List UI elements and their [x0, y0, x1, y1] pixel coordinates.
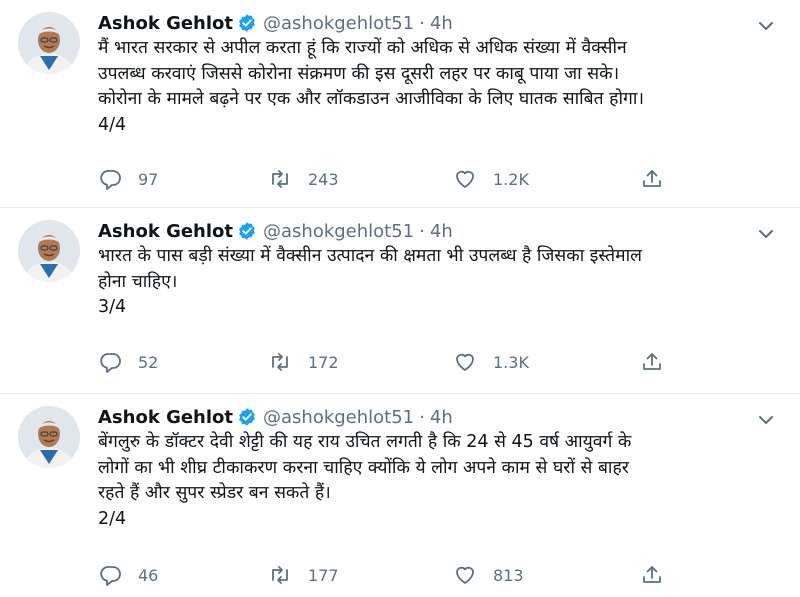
thread-counter: 4/4	[98, 114, 127, 135]
avatar[interactable]	[18, 12, 80, 74]
share-icon	[643, 353, 661, 370]
like-count: 1.2K	[493, 169, 529, 189]
tweet-actions: 52 172 1.3K	[98, 349, 678, 375]
like-button[interactable]: 813	[453, 563, 524, 587]
like-count: 1.3K	[493, 352, 529, 372]
heart-icon	[456, 170, 474, 188]
avatar[interactable]	[18, 406, 80, 468]
author-name[interactable]: Ashok Gehlot	[98, 221, 233, 242]
author-name[interactable]: Ashok Gehlot	[98, 407, 233, 428]
retweet-icon	[272, 170, 288, 188]
tweet-header: Ashok Gehlot @ashokgehlot51 · 4h	[98, 218, 453, 244]
author-name[interactable]: Ashok Gehlot	[98, 13, 233, 34]
tweet-text-line: रहते हैं और सुपर स्प्रेडर बन सकते हैं।	[98, 483, 331, 503]
share-icon	[643, 566, 661, 583]
share-icon	[643, 170, 661, 187]
retweet-count: 172	[308, 352, 339, 372]
retweet-count: 243	[308, 169, 339, 189]
separator-dot: ·	[419, 220, 425, 242]
author-handle[interactable]: @ashokgehlot51	[263, 407, 414, 428]
tweet-actions: 97 243 1.2K	[98, 166, 678, 192]
tweet-text: भारत के पास बड़ी संख्या में वैक्सीन उत्प…	[98, 244, 768, 321]
tweet[interactable]: Ashok Gehlot @ashokgehlot51 · 4h मैं भार…	[0, 0, 800, 208]
reply-count: 97	[138, 169, 159, 189]
tweet-text-line: उपलब्ध करवाएं जिससे कोरोना संक्रमण की इस…	[98, 63, 620, 84]
tweet[interactable]: Ashok Gehlot @ashokgehlot51 · 4h बेंगलुर…	[0, 394, 800, 597]
tweet-text-line: भारत के पास बड़ी संख्या में वैक्सीन उत्प…	[98, 246, 643, 266]
chevron-down-icon[interactable]	[754, 222, 778, 246]
tweet-text: बेंगलुरु के डॉक्टर देवी शेट्टी की यह राय…	[98, 430, 768, 532]
retweet-button[interactable]: 172	[268, 350, 339, 374]
reply-button[interactable]: 46	[98, 563, 158, 587]
timestamp[interactable]: 4h	[430, 13, 453, 34]
tweet-text-line: कोरोना के मामले बढ़ने पर एक और लॉकडाउन आ…	[98, 89, 645, 109]
thread-counter: 3/4	[98, 297, 127, 317]
heart-icon	[456, 566, 474, 584]
like-button[interactable]: 1.3K	[453, 350, 529, 374]
thread-counter: 2/4	[98, 508, 127, 529]
avatar[interactable]	[18, 220, 80, 282]
like-count: 813	[493, 565, 524, 585]
reply-icon	[100, 353, 121, 373]
retweet-count: 177	[308, 565, 339, 585]
retweet-icon	[272, 566, 288, 584]
tweet-text-line: होना चाहिए।	[98, 271, 178, 292]
retweet-button[interactable]: 177	[268, 563, 339, 587]
share-button[interactable]	[640, 563, 664, 587]
reply-icon	[100, 170, 121, 190]
tweet-text: मैं भारत सरकार से अपील करता हूं कि राज्य…	[98, 36, 768, 138]
reply-button[interactable]: 52	[98, 350, 158, 374]
chevron-down-icon[interactable]	[754, 14, 778, 38]
share-button[interactable]	[640, 350, 664, 374]
separator-dot: ·	[419, 406, 425, 428]
verified-badge-icon	[237, 13, 257, 33]
author-handle[interactable]: @ashokgehlot51	[263, 221, 414, 242]
tweet[interactable]: Ashok Gehlot @ashokgehlot51 · 4h भारत के…	[0, 208, 800, 394]
timeline: Ashok Gehlot @ashokgehlot51 · 4h मैं भार…	[0, 0, 800, 597]
reply-count: 52	[138, 352, 159, 372]
retweet-button[interactable]: 243	[268, 167, 339, 191]
reply-count: 46	[138, 565, 159, 585]
separator-dot: ·	[419, 12, 425, 34]
timestamp[interactable]: 4h	[430, 221, 453, 242]
share-button[interactable]	[640, 167, 664, 191]
tweet-text-line: मैं भारत सरकार से अपील करता हूं कि राज्य…	[98, 38, 627, 58]
tweet-header: Ashok Gehlot @ashokgehlot51 · 4h	[98, 10, 453, 36]
reply-icon	[100, 566, 121, 586]
retweet-icon	[272, 353, 288, 371]
tweet-header: Ashok Gehlot @ashokgehlot51 · 4h	[98, 404, 453, 430]
author-handle[interactable]: @ashokgehlot51	[263, 13, 414, 34]
tweet-text-line: बेंगलुरु के डॉक्टर देवी शेट्टी की यह राय…	[98, 432, 632, 452]
verified-badge-icon	[237, 221, 257, 241]
heart-icon	[456, 353, 474, 371]
tweet-text-line: लोगों का भी शीघ्र टीकाकरण करना चाहिए क्य…	[98, 457, 629, 478]
tweet-actions: 46 177 813	[98, 562, 678, 588]
timestamp[interactable]: 4h	[430, 407, 453, 428]
verified-badge-icon	[237, 407, 257, 427]
reply-button[interactable]: 97	[98, 167, 158, 191]
chevron-down-icon[interactable]	[754, 408, 778, 432]
like-button[interactable]: 1.2K	[453, 167, 529, 191]
